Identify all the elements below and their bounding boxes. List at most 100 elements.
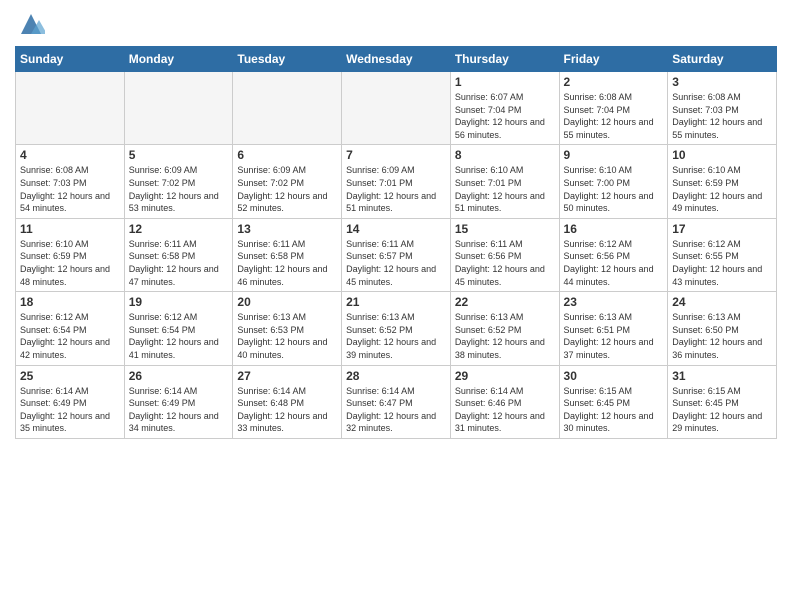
day-info: Sunrise: 6:13 AMSunset: 6:51 PMDaylight:… bbox=[564, 311, 664, 361]
day-info: Sunrise: 6:08 AMSunset: 7:03 PMDaylight:… bbox=[20, 164, 120, 214]
calendar-week-3: 11Sunrise: 6:10 AMSunset: 6:59 PMDayligh… bbox=[16, 218, 777, 291]
day-number: 16 bbox=[564, 222, 664, 236]
day-number: 8 bbox=[455, 148, 555, 162]
day-number: 5 bbox=[129, 148, 229, 162]
day-cell-8: 8 Sunrise: 6:10 AMSunset: 7:01 PMDaylight… bbox=[450, 145, 559, 218]
day-cell-25: 25 Sunrise: 6:14 AMSunset: 6:49 PMDayligh… bbox=[16, 365, 125, 438]
day-info: Sunrise: 6:12 AMSunset: 6:55 PMDaylight:… bbox=[672, 238, 772, 288]
day-info: Sunrise: 6:12 AMSunset: 6:54 PMDaylight:… bbox=[20, 311, 120, 361]
day-number: 25 bbox=[20, 369, 120, 383]
day-cell-10: 10 Sunrise: 6:10 AMSunset: 6:59 PMDayligh… bbox=[668, 145, 777, 218]
empty-cell bbox=[342, 72, 451, 145]
day-info: Sunrise: 6:07 AMSunset: 7:04 PMDaylight:… bbox=[455, 91, 555, 141]
day-header-thursday: Thursday bbox=[450, 47, 559, 72]
day-cell-14: 14 Sunrise: 6:11 AMSunset: 6:57 PMDayligh… bbox=[342, 218, 451, 291]
day-info: Sunrise: 6:08 AMSunset: 7:04 PMDaylight:… bbox=[564, 91, 664, 141]
day-cell-6: 6Sunrise: 6:09 AMSunset: 7:02 PMDaylight… bbox=[233, 145, 342, 218]
calendar-week-1: 1 Sunrise: 6:07 AMSunset: 7:04 PMDaylight… bbox=[16, 72, 777, 145]
day-cell-23: 23 Sunrise: 6:13 AMSunset: 6:51 PMDayligh… bbox=[559, 292, 668, 365]
empty-cell bbox=[124, 72, 233, 145]
day-cell-19: 19Sunrise: 6:12 AMSunset: 6:54 PMDayligh… bbox=[124, 292, 233, 365]
day-info: Sunrise: 6:09 AMSunset: 7:01 PMDaylight:… bbox=[346, 164, 446, 214]
day-cell-12: 12Sunrise: 6:11 AMSunset: 6:58 PMDayligh… bbox=[124, 218, 233, 291]
day-header-monday: Monday bbox=[124, 47, 233, 72]
page: SundayMondayTuesdayWednesdayThursdayFrid… bbox=[0, 0, 792, 612]
day-cell-31: 31Sunrise: 6:15 AMSunset: 6:45 PMDayligh… bbox=[668, 365, 777, 438]
day-number: 19 bbox=[129, 295, 229, 309]
day-header-sunday: Sunday bbox=[16, 47, 125, 72]
logo-icon bbox=[17, 10, 45, 38]
calendar-week-4: 18 Sunrise: 6:12 AMSunset: 6:54 PMDayligh… bbox=[16, 292, 777, 365]
day-cell-13: 13Sunrise: 6:11 AMSunset: 6:58 PMDayligh… bbox=[233, 218, 342, 291]
day-info: Sunrise: 6:12 AMSunset: 6:56 PMDaylight:… bbox=[564, 238, 664, 288]
day-number: 13 bbox=[237, 222, 337, 236]
day-number: 23 bbox=[564, 295, 664, 309]
calendar-table: SundayMondayTuesdayWednesdayThursdayFrid… bbox=[15, 46, 777, 439]
day-number: 1 bbox=[455, 75, 555, 89]
day-info: Sunrise: 6:14 AMSunset: 6:49 PMDaylight:… bbox=[129, 385, 229, 435]
day-header-wednesday: Wednesday bbox=[342, 47, 451, 72]
day-number: 2 bbox=[564, 75, 664, 89]
day-cell-11: 11Sunrise: 6:10 AMSunset: 6:59 PMDayligh… bbox=[16, 218, 125, 291]
day-number: 4 bbox=[20, 148, 120, 162]
day-info: Sunrise: 6:13 AMSunset: 6:53 PMDaylight:… bbox=[237, 311, 337, 361]
day-cell-21: 21 Sunrise: 6:13 AMSunset: 6:52 PMDayligh… bbox=[342, 292, 451, 365]
day-number: 14 bbox=[346, 222, 446, 236]
logo bbox=[15, 10, 45, 38]
day-cell-27: 27 Sunrise: 6:14 AMSunset: 6:48 PMDayligh… bbox=[233, 365, 342, 438]
day-info: Sunrise: 6:11 AMSunset: 6:56 PMDaylight:… bbox=[455, 238, 555, 288]
empty-cell bbox=[233, 72, 342, 145]
day-number: 9 bbox=[564, 148, 664, 162]
day-number: 21 bbox=[346, 295, 446, 309]
calendar-header-row: SundayMondayTuesdayWednesdayThursdayFrid… bbox=[16, 47, 777, 72]
day-info: Sunrise: 6:09 AMSunset: 7:02 PMDaylight:… bbox=[237, 164, 337, 214]
day-info: Sunrise: 6:13 AMSunset: 6:52 PMDaylight:… bbox=[455, 311, 555, 361]
day-number: 24 bbox=[672, 295, 772, 309]
day-info: Sunrise: 6:13 AMSunset: 6:50 PMDaylight:… bbox=[672, 311, 772, 361]
day-header-saturday: Saturday bbox=[668, 47, 777, 72]
day-number: 29 bbox=[455, 369, 555, 383]
day-number: 12 bbox=[129, 222, 229, 236]
day-number: 3 bbox=[672, 75, 772, 89]
day-cell-3: 3 Sunrise: 6:08 AMSunset: 7:03 PMDaylight… bbox=[668, 72, 777, 145]
day-cell-2: 2 Sunrise: 6:08 AMSunset: 7:04 PMDaylight… bbox=[559, 72, 668, 145]
header bbox=[15, 10, 777, 38]
day-info: Sunrise: 6:08 AMSunset: 7:03 PMDaylight:… bbox=[672, 91, 772, 141]
day-cell-18: 18 Sunrise: 6:12 AMSunset: 6:54 PMDayligh… bbox=[16, 292, 125, 365]
day-cell-16: 16 Sunrise: 6:12 AMSunset: 6:56 PMDayligh… bbox=[559, 218, 668, 291]
day-number: 15 bbox=[455, 222, 555, 236]
day-number: 17 bbox=[672, 222, 772, 236]
day-info: Sunrise: 6:15 AMSunset: 6:45 PMDaylight:… bbox=[672, 385, 772, 435]
empty-cell bbox=[16, 72, 125, 145]
day-cell-9: 9 Sunrise: 6:10 AMSunset: 7:00 PMDaylight… bbox=[559, 145, 668, 218]
day-info: Sunrise: 6:10 AMSunset: 7:01 PMDaylight:… bbox=[455, 164, 555, 214]
day-cell-15: 15 Sunrise: 6:11 AMSunset: 6:56 PMDayligh… bbox=[450, 218, 559, 291]
day-cell-28: 28 Sunrise: 6:14 AMSunset: 6:47 PMDayligh… bbox=[342, 365, 451, 438]
day-info: Sunrise: 6:14 AMSunset: 6:46 PMDaylight:… bbox=[455, 385, 555, 435]
day-number: 27 bbox=[237, 369, 337, 383]
day-info: Sunrise: 6:10 AMSunset: 6:59 PMDaylight:… bbox=[672, 164, 772, 214]
day-info: Sunrise: 6:14 AMSunset: 6:48 PMDaylight:… bbox=[237, 385, 337, 435]
day-info: Sunrise: 6:11 AMSunset: 6:57 PMDaylight:… bbox=[346, 238, 446, 288]
day-number: 26 bbox=[129, 369, 229, 383]
day-header-friday: Friday bbox=[559, 47, 668, 72]
day-info: Sunrise: 6:14 AMSunset: 6:49 PMDaylight:… bbox=[20, 385, 120, 435]
day-cell-17: 17 Sunrise: 6:12 AMSunset: 6:55 PMDayligh… bbox=[668, 218, 777, 291]
day-number: 28 bbox=[346, 369, 446, 383]
day-number: 18 bbox=[20, 295, 120, 309]
day-cell-26: 26 Sunrise: 6:14 AMSunset: 6:49 PMDayligh… bbox=[124, 365, 233, 438]
day-info: Sunrise: 6:09 AMSunset: 7:02 PMDaylight:… bbox=[129, 164, 229, 214]
day-info: Sunrise: 6:10 AMSunset: 6:59 PMDaylight:… bbox=[20, 238, 120, 288]
day-number: 10 bbox=[672, 148, 772, 162]
day-cell-20: 20 Sunrise: 6:13 AMSunset: 6:53 PMDayligh… bbox=[233, 292, 342, 365]
day-header-tuesday: Tuesday bbox=[233, 47, 342, 72]
calendar-week-2: 4 Sunrise: 6:08 AMSunset: 7:03 PMDaylight… bbox=[16, 145, 777, 218]
day-number: 20 bbox=[237, 295, 337, 309]
day-cell-30: 30Sunrise: 6:15 AMSunset: 6:45 PMDayligh… bbox=[559, 365, 668, 438]
day-info: Sunrise: 6:10 AMSunset: 7:00 PMDaylight:… bbox=[564, 164, 664, 214]
day-info: Sunrise: 6:13 AMSunset: 6:52 PMDaylight:… bbox=[346, 311, 446, 361]
day-number: 30 bbox=[564, 369, 664, 383]
day-cell-1: 1 Sunrise: 6:07 AMSunset: 7:04 PMDaylight… bbox=[450, 72, 559, 145]
day-cell-4: 4 Sunrise: 6:08 AMSunset: 7:03 PMDaylight… bbox=[16, 145, 125, 218]
day-info: Sunrise: 6:14 AMSunset: 6:47 PMDaylight:… bbox=[346, 385, 446, 435]
